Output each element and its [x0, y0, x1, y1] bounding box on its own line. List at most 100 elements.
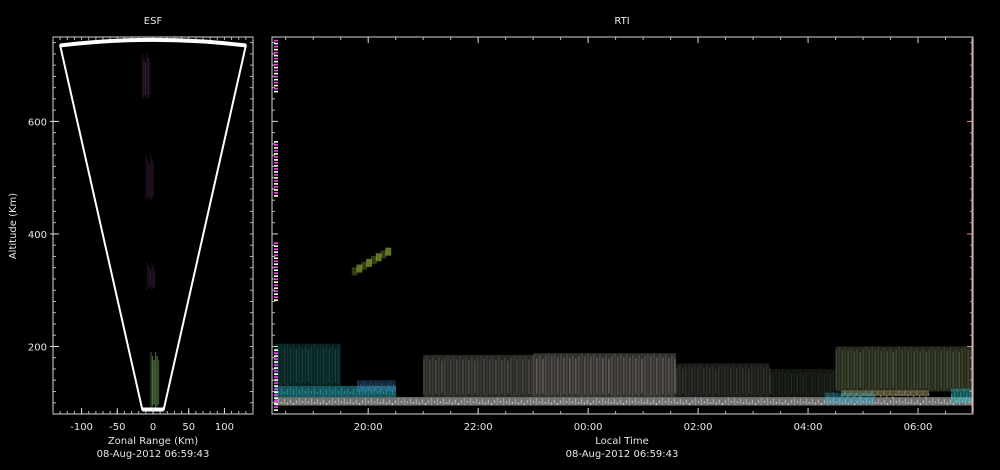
rti-echo-streak [754, 402, 757, 405]
rti-echo-streak [387, 383, 389, 390]
esf-echo-strip [149, 155, 152, 201]
rti-echo-streak [787, 402, 790, 405]
rti-edge-marker [274, 364, 278, 366]
rti-echo-streak [957, 388, 959, 403]
rti-edge-marker [274, 168, 278, 170]
rti-echo-streak [919, 402, 922, 405]
rti-edge-marker [274, 403, 278, 405]
rti-echo-streak [963, 389, 965, 403]
esf-title: ESF [144, 16, 163, 27]
rti-edge-marker [274, 299, 278, 301]
rti-echo-streak [845, 396, 847, 402]
rti-echo-streak [550, 402, 553, 405]
rti-echo-streak [286, 402, 289, 405]
rti-echo-streak [724, 366, 726, 395]
rti-echo-streak [934, 401, 937, 404]
rti-edge-marker [274, 361, 278, 363]
rti-echo-streak [748, 369, 750, 394]
rti-edge-marker [274, 287, 278, 289]
rti-echo-streak [301, 387, 304, 397]
rti-echo-streak [866, 395, 868, 402]
esf-echo-strip [152, 266, 155, 289]
rti-echo-streak [629, 357, 631, 395]
esf-panel: ESF -100 -50 0 50 100 200 400 600 Altitude (Km… [8, 16, 254, 460]
rti-edge-marker [274, 409, 278, 411]
rti-echo-streak [292, 345, 295, 385]
rti-echo-streak [769, 401, 772, 404]
rti-echo-streak [898, 390, 900, 396]
rti-echo-streak [310, 346, 313, 384]
rti-echo-streak [880, 350, 882, 389]
rti-echo-streak [298, 345, 301, 385]
rti-echo-streak [538, 401, 541, 404]
rti-echo-streak [742, 368, 744, 394]
rti-echo-streak [589, 402, 592, 405]
rti-echo-streak [802, 374, 804, 394]
rti-echo-streak [685, 366, 687, 396]
rti-echo-streak [907, 394, 909, 397]
rti-echo-streak [376, 398, 379, 405]
rti-echo-streak [712, 365, 714, 396]
rti-echo-streak [397, 397, 400, 406]
rti-echo-streak [784, 373, 786, 395]
rti-echo-streak [715, 402, 718, 405]
rti-edge-marker [274, 373, 278, 375]
rti-echo-streak [904, 398, 907, 405]
rti-echo-streak [919, 395, 921, 398]
rti-echo-streak [787, 370, 789, 397]
rti-echo-streak [496, 397, 499, 406]
rti-echo-streak [358, 402, 361, 405]
rti-echo-streak [820, 370, 822, 397]
esf-echo-strip [146, 53, 148, 99]
rti-edge-marker [274, 388, 278, 390]
rti-echo-streak [325, 402, 328, 405]
esf-timestamp: 08-Aug-2012 06:59:43 [97, 449, 210, 460]
rti-echo-streak [622, 402, 625, 405]
rti-echo-streak [382, 399, 385, 405]
rti-echo-streak [375, 382, 377, 391]
rti-echo-streak [438, 357, 440, 396]
rti-echo-streak [721, 402, 724, 405]
rti-echo-streak [671, 355, 673, 396]
rti-echo-streak [880, 402, 883, 405]
rti-echo-streak [951, 394, 953, 400]
rti-edge-marker [274, 406, 278, 408]
rti-echo-streak [922, 400, 925, 404]
rti-echo-streak [925, 397, 928, 406]
rti-echo-streak [559, 400, 562, 404]
rti-echo-streak [775, 369, 777, 397]
rti-echo-streak [697, 400, 700, 404]
rti-edge-marker [274, 186, 278, 188]
rti-echo-streak [901, 401, 904, 404]
rti-echo-streak [853, 351, 855, 389]
esf-echo-strip [151, 159, 153, 199]
rti-edge-marker [274, 272, 278, 274]
rti-echo-streak [457, 402, 460, 405]
rti-echo-streak [706, 365, 708, 396]
rti-echo-streak [529, 397, 532, 406]
rti-echo-streak [607, 398, 610, 405]
rti-echo-streak [940, 401, 943, 404]
rti-echo-streak [319, 344, 322, 386]
rti-echo-streak [790, 373, 792, 395]
rti-echo-streak [872, 395, 874, 402]
rti-echo-streak [385, 402, 388, 405]
rti-echo-streak [590, 357, 592, 395]
rti-echo-streak [805, 371, 807, 396]
rti-edge-marker [274, 156, 278, 158]
rti-echo-streak [925, 396, 927, 399]
rti-echo-streak [877, 399, 880, 405]
rti-echo-streak [514, 399, 517, 405]
rti-echo-streak [566, 354, 568, 397]
rti-echo-streak [727, 397, 730, 406]
rti-echo-streak [954, 391, 956, 401]
rti-echo-streak [919, 351, 921, 389]
rti-echo-streak [841, 350, 843, 389]
rti-echo-streak [808, 401, 811, 404]
rti-echo-streak [949, 399, 952, 404]
rti-echo-streak [517, 402, 520, 405]
rti-echo-streak [454, 399, 457, 404]
rti-echo-streak [498, 356, 500, 396]
rti-edge-marker [274, 242, 278, 244]
rti-echo-streak [325, 345, 328, 385]
